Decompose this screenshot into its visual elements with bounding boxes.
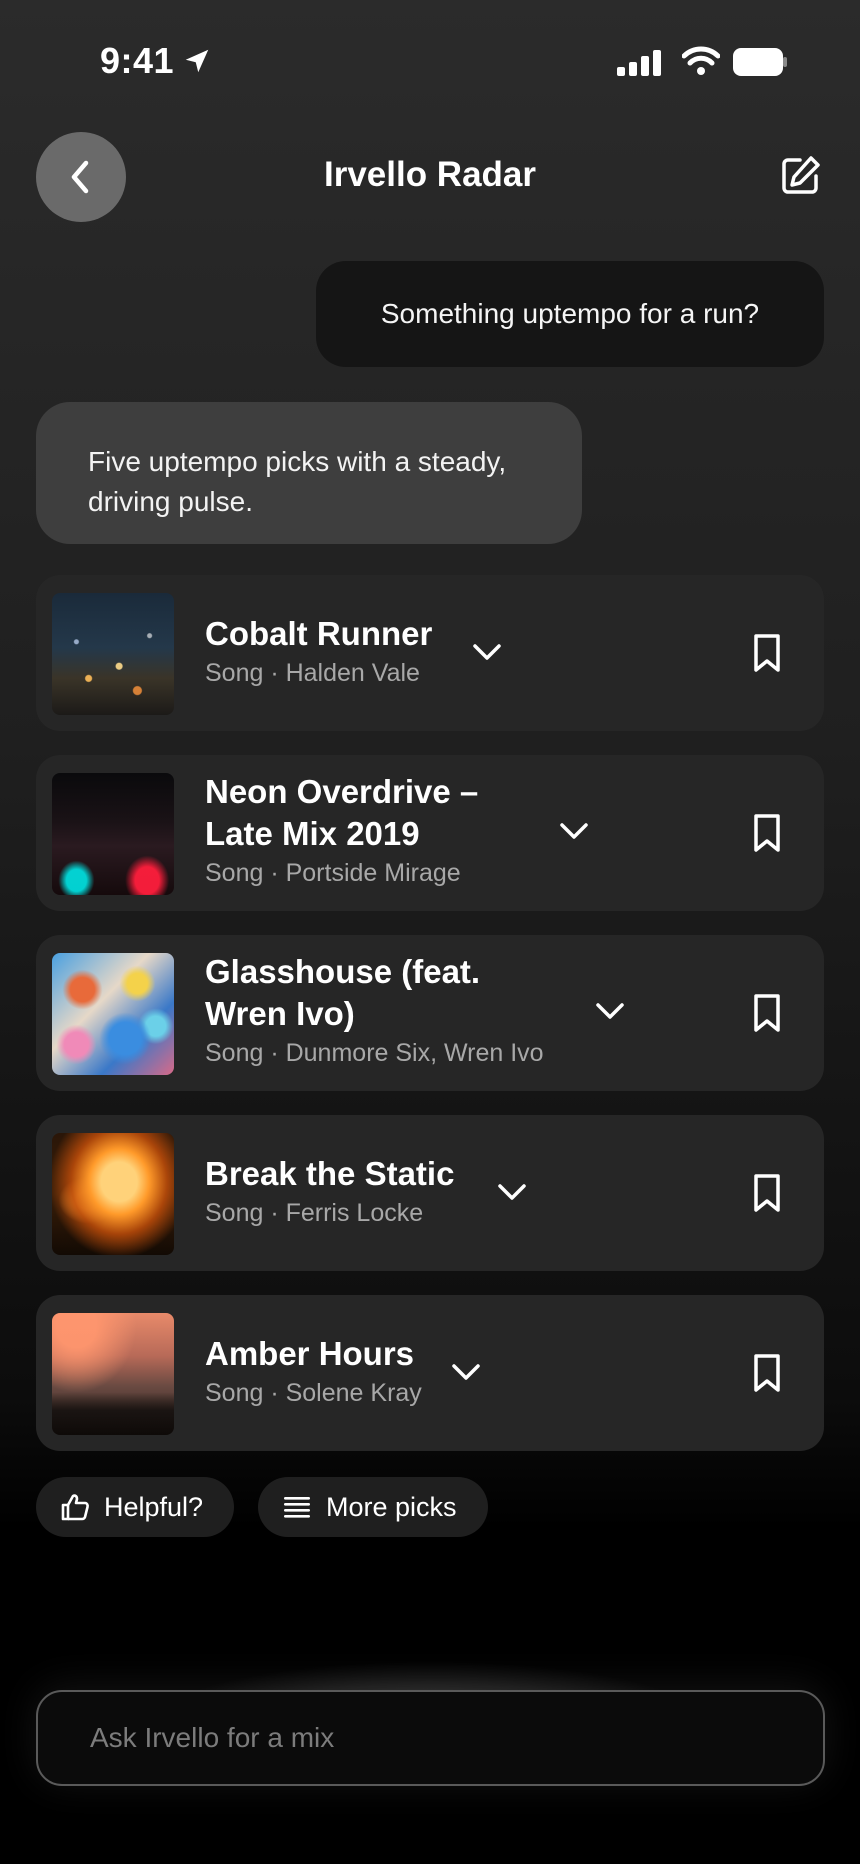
track-title-line2: Wren Ivo) — [205, 995, 355, 1032]
album-art — [52, 953, 174, 1075]
helpful-button[interactable]: Helpful? — [36, 1477, 234, 1537]
chevron-down-icon[interactable] — [449, 1355, 483, 1389]
list-icon — [284, 1497, 310, 1518]
track-info: Neon Overdrive – Late Mix 2019 Song · Po… — [205, 771, 478, 888]
bookmark-icon[interactable] — [750, 633, 784, 673]
chat-input-container[interactable] — [36, 1690, 825, 1786]
chevron-down-icon[interactable] — [470, 635, 504, 669]
thumbs-up-icon — [61, 1494, 89, 1521]
more-picks-label: More picks — [326, 1491, 457, 1522]
assistant-message-bubble: Five uptempo picks with a steady, drivin… — [36, 402, 582, 544]
track-subtitle: Song · Halden Vale — [205, 659, 420, 687]
track-info: Break the Static Song · Ferris Locke — [205, 1153, 454, 1228]
track-title: Cobalt Runner — [205, 615, 433, 652]
bookmark-icon[interactable] — [750, 1173, 784, 1213]
chevron-down-icon[interactable] — [557, 814, 591, 848]
status-time: 9:41 — [100, 40, 175, 81]
track-info: Glasshouse (feat. Wren Ivo) Song · Dunmo… — [205, 951, 544, 1068]
album-art — [52, 1133, 174, 1255]
track-info: Cobalt Runner Song · Halden Vale — [205, 613, 432, 688]
track-title: Break the Static — [205, 1155, 455, 1192]
track-title-line2: Late Mix 2019 — [205, 815, 420, 852]
bookmark-icon[interactable] — [750, 813, 784, 853]
track-info: Amber Hours Song · Solene Kray — [205, 1333, 422, 1408]
track-card[interactable]: Neon Overdrive – Late Mix 2019 Song · Po… — [36, 755, 824, 911]
status-bar: 9:41 — [0, 0, 860, 130]
chat-input[interactable] — [38, 1692, 823, 1784]
more-picks-button[interactable]: More picks — [258, 1477, 488, 1537]
track-title: Amber Hours — [205, 1335, 415, 1372]
track-card[interactable]: Glasshouse (feat. Wren Ivo) Song · Dunmo… — [36, 935, 824, 1091]
chevron-down-icon[interactable] — [593, 994, 627, 1028]
location-arrow-icon — [185, 49, 209, 73]
compose-button[interactable] — [776, 152, 824, 200]
wifi-icon — [682, 46, 720, 75]
track-subtitle: Song · Solene Kray — [205, 1379, 422, 1407]
bookmark-icon[interactable] — [750, 1353, 784, 1393]
track-subtitle: Song · Portside Mirage — [205, 859, 461, 887]
bookmark-icon[interactable] — [750, 993, 784, 1033]
helpful-label: Helpful? — [104, 1491, 204, 1522]
album-art — [52, 773, 174, 895]
album-art — [52, 1313, 174, 1435]
track-card[interactable]: Cobalt Runner Song · Halden Vale — [36, 575, 824, 731]
page-title: Irvello Radar — [323, 155, 537, 194]
battery-icon — [733, 48, 787, 76]
chevron-down-icon[interactable] — [495, 1175, 529, 1209]
track-title: Glasshouse (feat. — [205, 953, 481, 990]
track-title: Neon Overdrive – — [205, 773, 479, 810]
album-art — [52, 593, 174, 715]
user-message-bubble: Something uptempo for a run? — [316, 261, 824, 367]
edit-icon — [782, 156, 820, 194]
track-subtitle: Song · Dunmore Six, Wren Ivo — [205, 1039, 544, 1067]
track-subtitle: Song · Ferris Locke — [205, 1199, 424, 1227]
cellular-signal-icon — [617, 50, 661, 76]
track-card[interactable]: Amber Hours Song · Solene Kray — [36, 1295, 824, 1451]
track-card[interactable]: Break the Static Song · Ferris Locke — [36, 1115, 824, 1271]
